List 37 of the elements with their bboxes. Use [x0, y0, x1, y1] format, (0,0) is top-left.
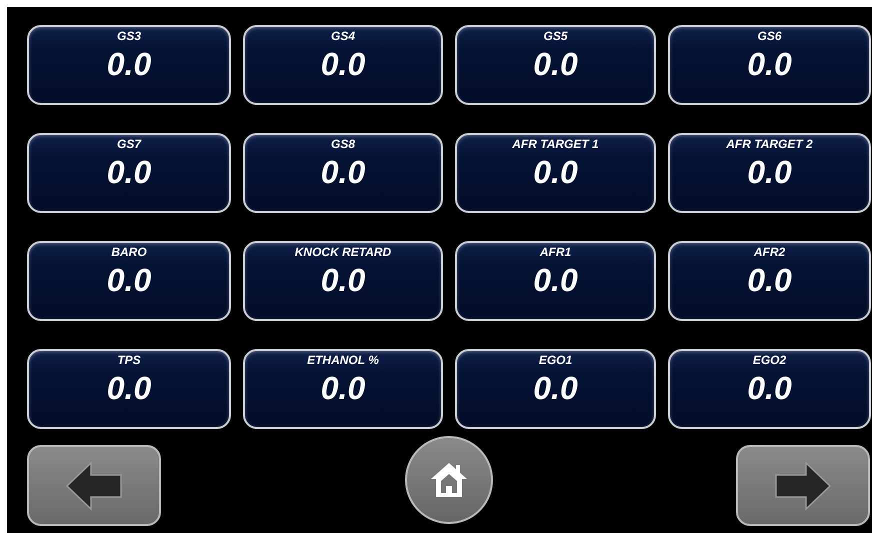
gauge-value: 0.0 — [106, 262, 152, 299]
gauge-label: AFR1 — [540, 245, 572, 259]
gauge-label: AFR TARGET 2 — [726, 137, 813, 151]
gauge-label: GS5 — [543, 29, 568, 43]
home-icon — [428, 460, 468, 498]
forward-button[interactable] — [736, 445, 870, 526]
gauge-value: 0.0 — [320, 262, 366, 299]
gauge-value: 0.0 — [533, 370, 578, 407]
gauge-value: 0.0 — [747, 370, 792, 407]
gauge-value: 0.0 — [533, 46, 578, 83]
gauge-label: EGO2 — [752, 353, 786, 367]
gauge-value: 0.0 — [747, 262, 792, 299]
gauge-label: GS8 — [330, 137, 355, 151]
gauge-label: GS4 — [330, 29, 355, 43]
gauge-value: 0.0 — [106, 46, 152, 83]
gauge-label: AFR2 — [754, 245, 786, 259]
right-arrow-icon — [774, 460, 832, 510]
gauge-label: GS3 — [116, 29, 141, 43]
gauge-value: 0.0 — [533, 262, 578, 299]
gauge-value: 0.0 — [747, 46, 792, 83]
gauge-label: BARO — [111, 245, 147, 259]
gauge-label: AFR TARGET 1 — [512, 137, 599, 151]
gauge-label: GS7 — [116, 137, 141, 151]
gauge-label: GS6 — [757, 29, 782, 43]
back-button[interactable] — [27, 445, 161, 526]
gauge-value: 0.0 — [320, 46, 366, 83]
gauge-label: TPS — [117, 353, 141, 367]
gauge-value: 0.0 — [106, 370, 152, 407]
gauge-label: ETHANOL % — [307, 353, 379, 367]
gauge-value: 0.0 — [320, 154, 366, 191]
gauge-label: KNOCK RETARD — [294, 245, 392, 259]
gauge-value: 0.0 — [747, 154, 792, 191]
gauge-value: 0.0 — [320, 370, 366, 407]
left-arrow-icon — [65, 460, 123, 510]
gauge-label: EGO1 — [538, 353, 572, 367]
gauge-value: 0.0 — [533, 154, 578, 191]
gauge-value: 0.0 — [106, 154, 152, 191]
